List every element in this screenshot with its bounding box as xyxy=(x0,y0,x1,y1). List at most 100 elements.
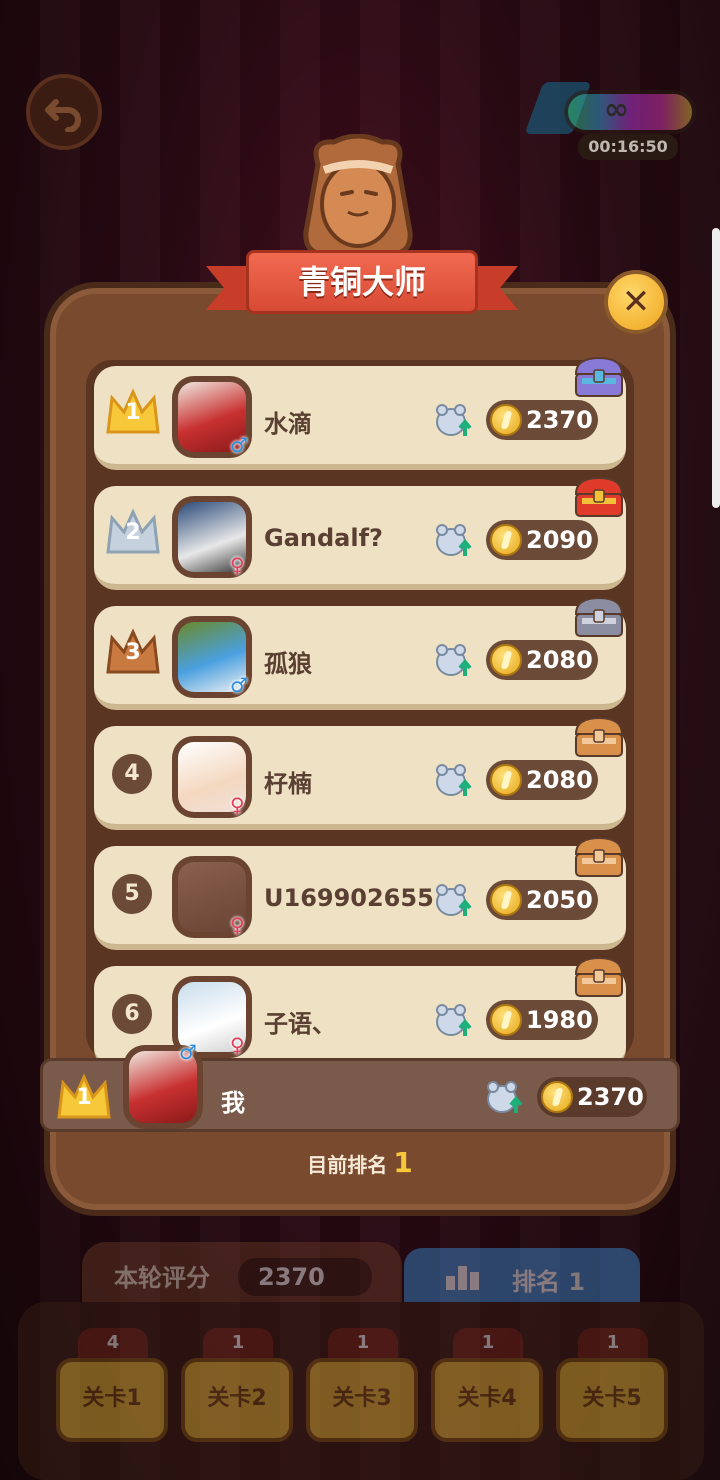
current-rank: 目前排名 1 xyxy=(0,1146,720,1179)
current-rank-label: 目前排名 xyxy=(307,1153,388,1177)
reward-chest-icon xyxy=(574,476,624,517)
male-icon: ♂ xyxy=(179,1040,197,1064)
tab-rank[interactable]: 排名 1 xyxy=(404,1248,640,1306)
level-button[interactable]: 关卡4 xyxy=(431,1358,543,1442)
current-rank-value: 1 xyxy=(393,1146,413,1179)
player-score: 2090 xyxy=(526,526,593,554)
level-count: 1 xyxy=(203,1328,273,1358)
male-icon: ♂ xyxy=(230,433,248,457)
my-name: 我 xyxy=(221,1089,245,1117)
crown-icon: 2 xyxy=(106,508,160,556)
close-icon: ✕ xyxy=(621,282,651,322)
my-rank-number: 1 xyxy=(76,1085,92,1110)
rank-number: 5 xyxy=(112,874,152,914)
coin-icon xyxy=(490,1004,522,1036)
my-avatar[interactable]: ♂ xyxy=(123,1041,203,1129)
league-up-icon xyxy=(487,1081,523,1113)
infinite-icon: ∞ xyxy=(604,92,629,127)
score-pill: 2050 xyxy=(486,880,598,920)
leaderboard-row[interactable]: 5 ♀ U169902655 2050 xyxy=(94,836,626,950)
female-icon: ♀ xyxy=(230,553,245,577)
my-score-pill: 2370 xyxy=(537,1077,647,1117)
reward-chest-icon xyxy=(574,836,624,877)
level-count: 4 xyxy=(78,1328,148,1358)
rank-number: 3 xyxy=(125,640,141,665)
level-button[interactable]: 关卡5 xyxy=(556,1358,668,1442)
score-pill: 2090 xyxy=(486,520,598,560)
my-score: 2370 xyxy=(577,1083,644,1111)
bar-chart-icon xyxy=(446,1266,479,1290)
league-up-icon xyxy=(436,644,472,676)
bronze-league-badge-icon xyxy=(303,134,413,257)
level-count: 1 xyxy=(328,1328,398,1358)
leaderboard-row[interactable]: 3 ♂ 孤狼 2080 xyxy=(94,596,626,710)
league-up-icon xyxy=(436,764,472,796)
reward-chest-icon xyxy=(574,956,624,997)
league-up-icon xyxy=(436,884,472,916)
female-icon: ♀ xyxy=(230,913,245,937)
coin-icon xyxy=(490,764,522,796)
league-up-icon xyxy=(436,1004,472,1036)
player-avatar[interactable]: ♀ xyxy=(172,736,252,818)
back-arrow-icon xyxy=(45,99,81,132)
level-count: 1 xyxy=(453,1328,523,1358)
player-avatar[interactable]: ♂ xyxy=(172,376,252,458)
rank-number: 1 xyxy=(125,400,141,425)
scrollbar[interactable] xyxy=(712,228,720,508)
rank-number: 4 xyxy=(112,754,152,794)
score-pill: 1980 xyxy=(486,1000,598,1040)
crown-icon: 1 xyxy=(57,1073,111,1121)
player-name: 孤狼 xyxy=(264,650,312,678)
score-pill: 2080 xyxy=(486,760,598,800)
league-up-icon xyxy=(436,404,472,436)
coin-icon xyxy=(541,1081,573,1113)
level-button[interactable]: 关卡3 xyxy=(306,1358,418,1442)
player-avatar[interactable]: ♀ xyxy=(172,856,252,938)
my-rank-row: 1 ♂ 我 2370 xyxy=(40,1041,680,1132)
male-icon: ♂ xyxy=(230,673,248,697)
player-name: U169902655 xyxy=(264,884,434,912)
player-avatar[interactable]: ♂ xyxy=(172,616,252,698)
level-count: 1 xyxy=(578,1328,648,1358)
player-score: 2080 xyxy=(526,646,593,674)
reward-chest-icon xyxy=(574,596,624,637)
coin-icon xyxy=(490,884,522,916)
bottom-level-area: 本轮评分 2370 排名 1 4 关卡1 1 关卡2 1 关卡3 1 关卡4 1 关卡5 xyxy=(0,1240,720,1480)
level-button[interactable]: 关卡2 xyxy=(181,1358,293,1442)
leaderboard-row[interactable]: 2 ♀ Gandalf? 2090 xyxy=(94,476,626,590)
female-icon: ♀ xyxy=(230,1033,245,1057)
player-name: 水滴 xyxy=(264,410,312,438)
leaderboard-row[interactable]: 1 ♂ 水滴 2370 xyxy=(94,356,626,470)
player-score: 2050 xyxy=(526,886,593,914)
crown-icon: 3 xyxy=(106,628,160,676)
female-icon: ♀ xyxy=(230,793,245,817)
coin-icon xyxy=(490,644,522,676)
rank-number: 2 xyxy=(125,520,141,545)
coin-icon xyxy=(490,524,522,556)
player-name: 子语、 xyxy=(264,1010,336,1038)
reward-chest-icon xyxy=(574,716,624,757)
tab-round-score[interactable]: 本轮评分 2370 xyxy=(82,1242,402,1306)
crown-icon: 1 xyxy=(106,388,160,436)
player-score: 2370 xyxy=(526,406,593,434)
league-up-icon xyxy=(436,524,472,556)
leaderboard-row[interactable]: 4 ♀ 杍楠 2080 xyxy=(94,716,626,830)
player-name: Gandalf? xyxy=(264,524,383,552)
league-title: 青铜大师 xyxy=(297,263,426,301)
score-pill: 2080 xyxy=(486,640,598,680)
round-score-label: 本轮评分 xyxy=(114,1264,210,1292)
close-button[interactable]: ✕ xyxy=(604,270,668,334)
back-button[interactable] xyxy=(26,74,102,150)
level-button[interactable]: 关卡1 xyxy=(56,1358,168,1442)
player-score: 2080 xyxy=(526,766,593,794)
timer-text: 00:16:50 xyxy=(578,134,678,160)
coin-icon xyxy=(490,404,522,436)
round-score-value: 2370 xyxy=(238,1258,372,1296)
score-pill: 2370 xyxy=(486,400,598,440)
energy-timer: ∞ 00:16:50 xyxy=(524,82,698,164)
player-score: 1980 xyxy=(526,1006,593,1034)
rank-tab-label: 排名 1 xyxy=(512,1268,586,1296)
energy-bar xyxy=(564,90,696,134)
title-banner: 青铜大师 xyxy=(206,250,518,320)
player-avatar[interactable]: ♀ xyxy=(172,496,252,578)
